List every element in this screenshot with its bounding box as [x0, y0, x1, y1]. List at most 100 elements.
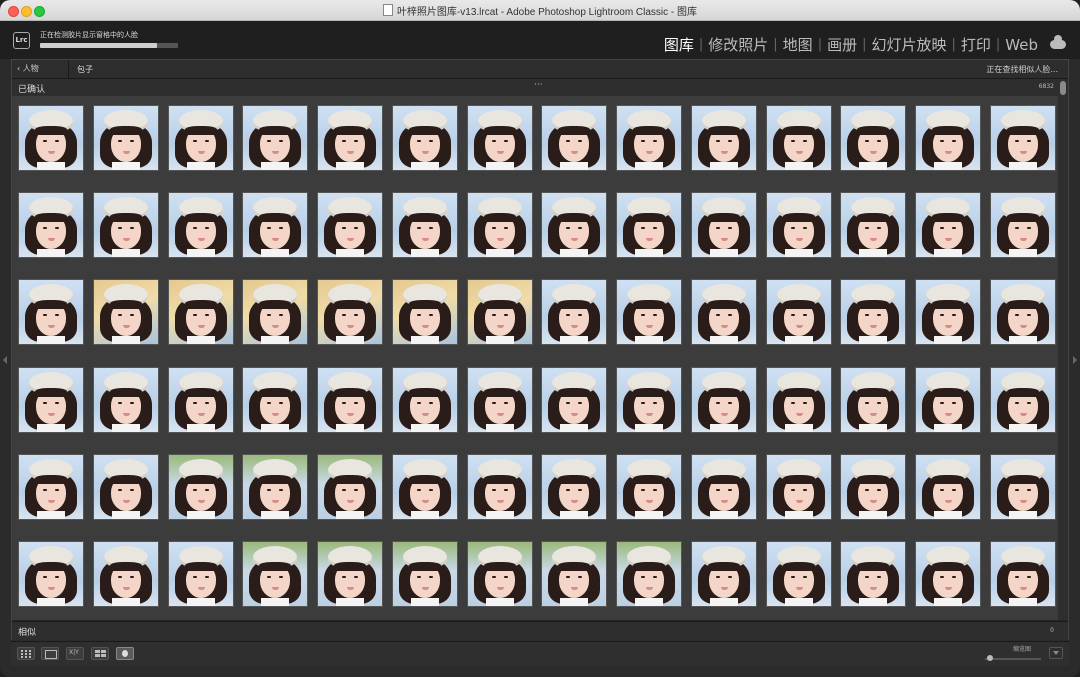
- face-thumbnail[interactable]: [767, 193, 831, 257]
- face-thumbnail[interactable]: [991, 193, 1055, 257]
- face-thumbnail[interactable]: [94, 542, 158, 606]
- toolbar-content-menu-button[interactable]: [1049, 647, 1063, 659]
- face-thumbnail[interactable]: [318, 542, 382, 606]
- face-thumbnail[interactable]: [169, 193, 233, 257]
- person-name[interactable]: 包子: [77, 64, 93, 75]
- face-thumbnail[interactable]: [767, 542, 831, 606]
- face-thumbnail[interactable]: [243, 542, 307, 606]
- face-thumbnail[interactable]: [468, 280, 532, 344]
- face-thumbnail[interactable]: [991, 106, 1055, 170]
- face-thumbnail[interactable]: [991, 455, 1055, 519]
- module-1[interactable]: 修改照片: [706, 34, 770, 55]
- face-thumbnail[interactable]: [841, 280, 905, 344]
- face-thumbnail[interactable]: [991, 542, 1055, 606]
- face-thumbnail[interactable]: [841, 455, 905, 519]
- face-thumbnail[interactable]: [393, 106, 457, 170]
- face-thumbnail[interactable]: [19, 542, 83, 606]
- face-thumbnail[interactable]: [617, 106, 681, 170]
- survey-view-button[interactable]: [91, 647, 109, 660]
- face-thumbnail[interactable]: [916, 106, 980, 170]
- loupe-view-button[interactable]: [41, 647, 59, 660]
- collapse-left-panel-icon[interactable]: [3, 356, 7, 364]
- face-thumbnail[interactable]: [318, 280, 382, 344]
- face-thumbnail[interactable]: [692, 455, 756, 519]
- scrollbar-thumb[interactable]: [1060, 81, 1066, 95]
- module-2[interactable]: 地图: [781, 34, 815, 55]
- compare-view-button[interactable]: X|Y: [66, 647, 84, 660]
- face-thumbnail[interactable]: [393, 455, 457, 519]
- people-view-button[interactable]: [116, 647, 134, 660]
- module-6[interactable]: Web: [1003, 36, 1040, 54]
- back-to-people-button[interactable]: ‹ 人物: [17, 63, 39, 74]
- face-thumbnail[interactable]: [468, 193, 532, 257]
- face-thumbnail[interactable]: [468, 455, 532, 519]
- thumbnail-size-slider[interactable]: [985, 658, 1041, 660]
- face-thumbnail[interactable]: [19, 455, 83, 519]
- face-thumbnail[interactable]: [692, 280, 756, 344]
- face-thumbnail[interactable]: [243, 106, 307, 170]
- face-thumbnail[interactable]: [468, 106, 532, 170]
- face-thumbnail[interactable]: [318, 368, 382, 432]
- face-thumbnail[interactable]: [393, 280, 457, 344]
- face-thumbnail[interactable]: [692, 368, 756, 432]
- face-thumbnail[interactable]: [991, 368, 1055, 432]
- face-thumbnail[interactable]: [169, 455, 233, 519]
- face-thumbnail[interactable]: [19, 106, 83, 170]
- face-thumbnail[interactable]: [767, 455, 831, 519]
- face-thumbnail[interactable]: [916, 368, 980, 432]
- face-thumbnail[interactable]: [617, 542, 681, 606]
- face-thumbnail[interactable]: [542, 455, 606, 519]
- face-thumbnail[interactable]: [617, 193, 681, 257]
- face-thumbnail[interactable]: [692, 106, 756, 170]
- module-4[interactable]: 幻灯片放映: [869, 34, 948, 55]
- face-thumbnail[interactable]: [94, 280, 158, 344]
- face-thumbnail[interactable]: [767, 106, 831, 170]
- module-0[interactable]: 图库: [662, 34, 696, 55]
- confirmed-section-header[interactable]: 已确认 ··· 6832: [12, 79, 1068, 96]
- thumbnail-size-knob[interactable]: [987, 655, 993, 661]
- grid-scrollbar[interactable]: [1058, 79, 1068, 620]
- face-thumbnail[interactable]: [692, 193, 756, 257]
- face-thumbnail[interactable]: [841, 106, 905, 170]
- collapse-right-panel-icon[interactable]: [1073, 356, 1077, 364]
- face-thumbnail[interactable]: [169, 280, 233, 344]
- face-thumbnail[interactable]: [19, 280, 83, 344]
- face-thumbnail[interactable]: [991, 280, 1055, 344]
- face-thumbnail[interactable]: [841, 193, 905, 257]
- face-thumbnail[interactable]: [243, 280, 307, 344]
- face-thumbnail[interactable]: [94, 193, 158, 257]
- face-thumbnail[interactable]: [393, 193, 457, 257]
- face-thumbnail[interactable]: [468, 368, 532, 432]
- face-thumbnail[interactable]: [393, 542, 457, 606]
- face-thumbnail[interactable]: [468, 542, 532, 606]
- face-thumbnail[interactable]: [542, 106, 606, 170]
- face-thumbnail[interactable]: [617, 280, 681, 344]
- more-options-icon[interactable]: ···: [534, 80, 543, 90]
- face-thumbnail[interactable]: [767, 280, 831, 344]
- face-thumbnail[interactable]: [617, 368, 681, 432]
- face-thumbnail[interactable]: [542, 280, 606, 344]
- face-thumbnail[interactable]: [243, 193, 307, 257]
- face-thumbnail[interactable]: [617, 455, 681, 519]
- face-thumbnail[interactable]: [542, 542, 606, 606]
- cloud-icon[interactable]: [1050, 35, 1066, 49]
- face-thumbnail[interactable]: [393, 368, 457, 432]
- module-3[interactable]: 画册: [825, 34, 859, 55]
- face-thumbnail[interactable]: [318, 455, 382, 519]
- face-thumbnail[interactable]: [318, 106, 382, 170]
- face-thumbnail[interactable]: [841, 368, 905, 432]
- face-thumbnail[interactable]: [841, 542, 905, 606]
- face-thumbnail[interactable]: [243, 368, 307, 432]
- face-thumbnail[interactable]: [19, 368, 83, 432]
- grid-view-button[interactable]: [17, 647, 35, 660]
- face-thumbnail[interactable]: [318, 193, 382, 257]
- face-thumbnail[interactable]: [94, 368, 158, 432]
- face-thumbnail[interactable]: [94, 455, 158, 519]
- face-thumbnail[interactable]: [169, 368, 233, 432]
- face-thumbnail[interactable]: [916, 455, 980, 519]
- face-thumbnail[interactable]: [692, 542, 756, 606]
- face-thumbnail[interactable]: [542, 368, 606, 432]
- face-thumbnail[interactable]: [916, 542, 980, 606]
- module-5[interactable]: 打印: [959, 34, 993, 55]
- face-thumbnail[interactable]: [916, 280, 980, 344]
